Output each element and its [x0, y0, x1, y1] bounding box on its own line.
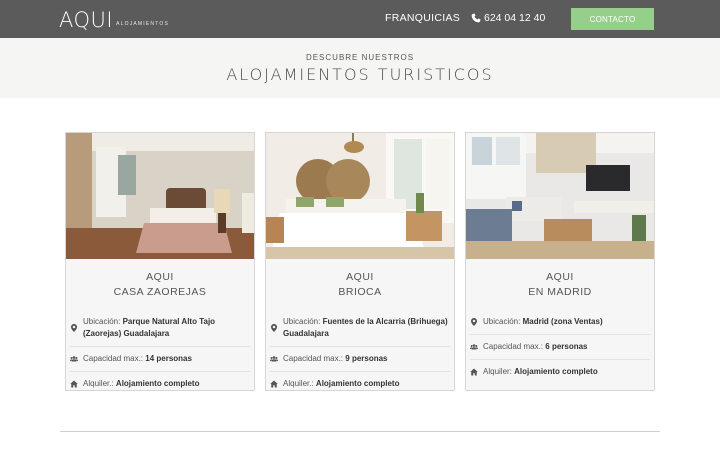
- location-row: Ubicación: Fuentes de la Alcarria (Brihu…: [270, 310, 450, 347]
- rental-value: Alojamiento completo: [115, 379, 200, 388]
- location-label: Ubicación:: [83, 317, 121, 326]
- property-card-madrid[interactable]: AQUI EN MADRID Ubicación: Madrid (zona V…: [465, 132, 655, 391]
- property-photo-brioca[interactable]: [266, 133, 454, 259]
- rental-value: Alojamiento completo: [315, 379, 400, 388]
- card-details: Ubicación: Parque Natural Alto Tajo (Zao…: [70, 310, 250, 396]
- contact-button[interactable]: CONTACTO: [571, 8, 654, 30]
- top-navbar: AQUI ALOJAMIENTOS FRANQUICIAS 624 04 12 …: [0, 0, 720, 38]
- location-label: Ubicación:: [483, 317, 521, 326]
- page-title: ALOJAMIENTOS TURISTICOS: [226, 65, 494, 84]
- card-brand: AQUI: [546, 271, 574, 283]
- rental-row: Alquiler.: Alojamiento completo: [70, 372, 250, 396]
- location-label: Ubicación:: [283, 317, 321, 326]
- rental-label: Alquiler.:: [83, 379, 114, 388]
- phone-icon: [471, 13, 481, 23]
- property-card-brioca[interactable]: AQUI BRIOCA Ubicación: Fuentes de la Alc…: [265, 132, 455, 391]
- capacity-label: Capacidad max.:: [83, 354, 144, 363]
- section-divider: [60, 431, 660, 432]
- property-card-zaorejas[interactable]: AQUI CASA ZAOREJAS Ubicación: Parque Nat…: [65, 132, 255, 391]
- location-row: Ubicación: Madrid (zona Ventas): [470, 310, 650, 335]
- capacity-row: Capacidad max.: 14 personas: [70, 347, 250, 372]
- property-photo-madrid[interactable]: [466, 133, 654, 259]
- card-details: Ubicación: Madrid (zona Ventas) Capacida…: [470, 310, 650, 384]
- card-name: BRIOCA: [338, 286, 382, 298]
- rental-label: Alquiler:: [483, 367, 512, 376]
- rental-row: Alquiler.: Alojamiento completo: [270, 372, 450, 396]
- rental-row: Alquiler: Alojamiento completo: [470, 360, 650, 384]
- logo-text: AQUI: [59, 8, 114, 32]
- capacity-row: Capacidad max.: 9 personas: [270, 347, 450, 372]
- users-icon: [470, 343, 482, 351]
- nav-phone-link[interactable]: 624 04 12 40: [471, 12, 545, 24]
- users-icon: [70, 355, 82, 363]
- card-title[interactable]: AQUI CASA ZAOREJAS: [66, 270, 254, 300]
- card-title[interactable]: AQUI EN MADRID: [466, 270, 654, 300]
- capacity-row: Capacidad max.: 6 personas: [470, 335, 650, 360]
- card-name: CASA ZAOREJAS: [113, 286, 207, 298]
- capacity-value: 6 personas: [545, 342, 588, 351]
- hero-section: DESCUBRE NUESTROS ALOJAMIENTOS TURISTICO…: [0, 38, 720, 98]
- home-icon: [270, 380, 282, 388]
- location-value: Madrid (zona Ventas): [522, 317, 603, 326]
- nav-link-franquicias[interactable]: FRANQUICIAS: [385, 12, 460, 24]
- card-title[interactable]: AQUI BRIOCA: [266, 270, 454, 300]
- bedroom-photo: [66, 133, 254, 259]
- logo-subtext: ALOJAMIENTOS: [116, 21, 170, 27]
- property-photo-zaorejas[interactable]: [66, 133, 254, 259]
- card-details: Ubicación: Fuentes de la Alcarria (Brihu…: [270, 310, 450, 396]
- map-marker-icon: [70, 324, 82, 332]
- home-icon: [470, 368, 482, 376]
- hero-kicker: DESCUBRE NUESTROS: [305, 53, 415, 62]
- capacity-label: Capacidad max.:: [283, 354, 344, 363]
- card-brand: AQUI: [346, 271, 374, 283]
- location-row: Ubicación: Parque Natural Alto Tajo (Zao…: [70, 310, 250, 347]
- home-icon: [70, 380, 82, 388]
- rental-label: Alquiler.:: [283, 379, 314, 388]
- card-brand: AQUI: [146, 271, 174, 283]
- site-logo[interactable]: AQUI ALOJAMIENTOS: [59, 7, 169, 31]
- map-marker-icon: [270, 324, 282, 332]
- users-icon: [270, 355, 282, 363]
- living-room-photo: [466, 133, 654, 259]
- phone-number: 624 04 12 40: [484, 12, 546, 24]
- map-marker-icon: [470, 318, 482, 326]
- capacity-label: Capacidad max.:: [483, 342, 544, 351]
- rental-value: Alojamiento completo: [514, 367, 598, 376]
- capacity-value: 14 personas: [145, 354, 192, 363]
- bedroom-photo: [266, 133, 454, 259]
- card-name: EN MADRID: [528, 286, 592, 298]
- capacity-value: 9 personas: [345, 354, 388, 363]
